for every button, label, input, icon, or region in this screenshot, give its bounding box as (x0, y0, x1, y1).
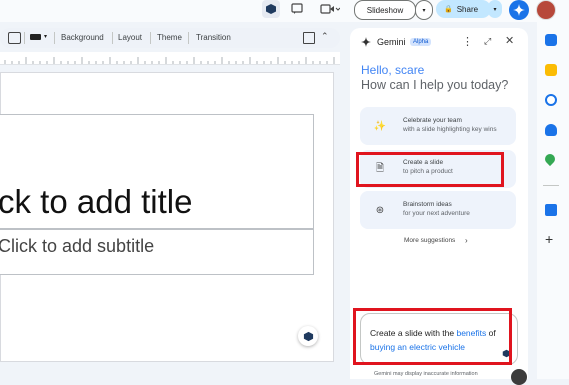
subtitle-placeholder-text: Click to add subtitle (0, 236, 155, 256)
slideshow-label: Slideshow (366, 5, 404, 15)
party-popper-icon: ✨ (373, 120, 387, 132)
transition-button[interactable]: Transition (196, 33, 231, 42)
chevron-down-icon: ▾ (422, 7, 426, 14)
toolbar-divider (150, 32, 151, 44)
toolbar-divider (54, 32, 55, 44)
avatar[interactable] (536, 0, 556, 20)
suggestion-subtitle: for your next adventure (403, 210, 470, 217)
slide-addon-button[interactable] (298, 326, 318, 346)
theme-button[interactable]: Theme (157, 33, 182, 42)
gemini-title: Gemini (377, 37, 406, 47)
add-icon[interactable]: + (545, 231, 553, 247)
chevron-right-icon[interactable]: › (465, 236, 468, 245)
suggestion-subtitle: with a slide highlighting key wins (403, 126, 497, 133)
contacts-icon[interactable] (545, 124, 557, 136)
ruler (0, 52, 340, 65)
tasks-icon[interactable] (545, 94, 557, 106)
toolbar-divider (24, 32, 25, 44)
suggestion-title: Celebrate your team (403, 117, 462, 124)
greeting: Hello, scare (361, 63, 425, 77)
avatar-small (511, 369, 527, 385)
addon-icon[interactable] (262, 0, 280, 18)
disclaimer: Gemini may display inaccurate informatio… (374, 371, 478, 377)
brainstorm-icon: ⊛ (375, 204, 385, 216)
addon-app-icon[interactable] (545, 204, 557, 216)
share-label: Share (456, 4, 479, 14)
title-placeholder-text: ck to add title (0, 183, 193, 220)
suggestion-title: Brainstorm ideas (403, 201, 452, 208)
background-button[interactable]: Background (61, 33, 104, 42)
gemini-toggle-button[interactable] (509, 0, 529, 20)
chevron-down-icon[interactable]: ▾ (44, 33, 47, 40)
collapse-chevron-icon[interactable]: ⌃ (321, 31, 329, 42)
hexagon-icon (303, 331, 313, 341)
share-button[interactable]: 🔒 Share (436, 0, 491, 18)
calendar-icon[interactable] (545, 34, 557, 46)
layout-button[interactable]: Layout (118, 33, 142, 42)
gemini-sparkle-icon (361, 37, 371, 47)
toolbar-divider (188, 32, 189, 44)
slideshow-button[interactable]: Slideshow (354, 0, 416, 20)
slideshow-dropdown[interactable]: ▾ (415, 0, 433, 20)
comment-icon[interactable] (288, 0, 306, 18)
sparkle-icon (513, 4, 525, 16)
chevron-down-icon: ▾ (493, 6, 497, 13)
keep-icon[interactable] (545, 64, 557, 76)
line-weight-icon[interactable] (30, 34, 41, 40)
share-dropdown[interactable]: ▾ (488, 0, 502, 18)
more-options-icon[interactable]: ⋮ (462, 35, 473, 48)
add-image-icon[interactable] (303, 32, 315, 44)
sidebar-divider (543, 185, 559, 186)
insert-comment-icon[interactable] (8, 32, 21, 44)
help-prompt: How can I help you today? (361, 78, 509, 92)
highlight-box-suggestion (356, 152, 504, 187)
more-suggestions-link[interactable]: More suggestions (404, 237, 455, 244)
lock-icon: 🔒 (444, 6, 453, 13)
close-icon[interactable]: ✕ (505, 34, 514, 47)
toolbar-divider (112, 32, 113, 44)
highlight-box-input (353, 308, 512, 365)
meet-icon[interactable] (318, 0, 342, 18)
alpha-badge: Alpha (410, 38, 432, 46)
expand-icon[interactable]: ⤢ (484, 36, 491, 47)
